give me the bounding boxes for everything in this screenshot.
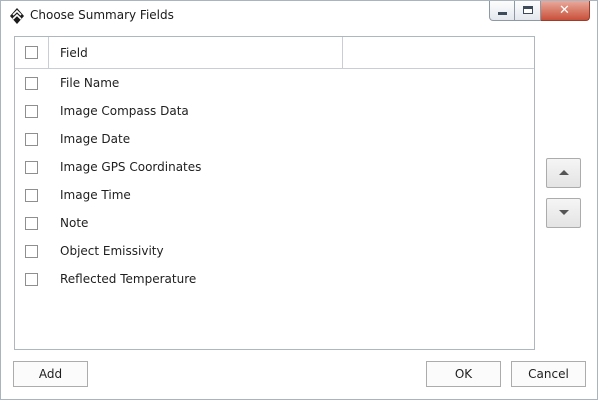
cancel-button[interactable]: Cancel	[511, 361, 586, 387]
maximize-button[interactable]	[515, 1, 541, 21]
item-checkbox[interactable]	[25, 77, 38, 90]
dialog-content: Field File Name Image Compass Data Image…	[1, 31, 597, 399]
maximize-icon	[523, 6, 533, 14]
list-item[interactable]: Image Compass Data	[15, 98, 534, 126]
list-item[interactable]: Object Emissivity	[15, 238, 534, 266]
title-bar[interactable]: Choose Summary Fields ✕	[1, 1, 597, 31]
select-all-checkbox[interactable]	[25, 46, 38, 59]
minimize-button[interactable]	[489, 1, 515, 21]
item-checkbox[interactable]	[25, 217, 38, 230]
item-checkbox[interactable]	[25, 161, 38, 174]
list-item[interactable]: Image GPS Coordinates	[15, 154, 534, 182]
field-column-label: Field	[60, 46, 88, 60]
item-label: Reflected Temperature	[60, 272, 197, 286]
list-item[interactable]: Reflected Temperature	[15, 266, 534, 294]
list-item[interactable]: File Name	[15, 70, 534, 98]
item-label: Image GPS Coordinates	[60, 160, 202, 174]
item-label: Image Date	[60, 132, 131, 146]
list-item[interactable]: Image Time	[15, 182, 534, 210]
ok-button[interactable]: OK	[426, 361, 501, 387]
fields-list[interactable]: Field File Name Image Compass Data Image…	[14, 36, 535, 350]
move-up-button[interactable]	[546, 158, 581, 188]
close-icon: ✕	[559, 3, 570, 18]
move-down-button[interactable]	[546, 198, 581, 228]
window-controls: ✕	[489, 1, 590, 21]
list-header: Field	[15, 37, 534, 69]
list-item[interactable]: Image Date	[15, 126, 534, 154]
window-title: Choose Summary Fields	[30, 8, 174, 22]
add-button[interactable]: Add	[13, 361, 88, 387]
item-checkbox[interactable]	[25, 105, 38, 118]
app-diamond-icon	[10, 8, 24, 24]
select-all-cell	[15, 37, 49, 69]
list-item[interactable]: Note	[15, 210, 534, 238]
dialog-window: Choose Summary Fields ✕ Field File Name …	[0, 0, 598, 400]
close-button[interactable]: ✕	[541, 1, 590, 21]
item-label: File Name	[60, 76, 120, 90]
minimize-icon	[498, 12, 507, 15]
field-column-header[interactable]: Field	[49, 37, 343, 69]
item-checkbox[interactable]	[25, 133, 38, 146]
arrow-down-icon	[559, 210, 569, 215]
item-label: Image Compass Data	[60, 104, 189, 118]
item-checkbox[interactable]	[25, 273, 38, 286]
item-label: Note	[60, 216, 89, 230]
item-checkbox[interactable]	[25, 189, 38, 202]
item-label: Image Time	[60, 188, 131, 202]
item-checkbox[interactable]	[25, 245, 38, 258]
item-label: Object Emissivity	[60, 244, 164, 258]
arrow-up-icon	[559, 170, 569, 175]
